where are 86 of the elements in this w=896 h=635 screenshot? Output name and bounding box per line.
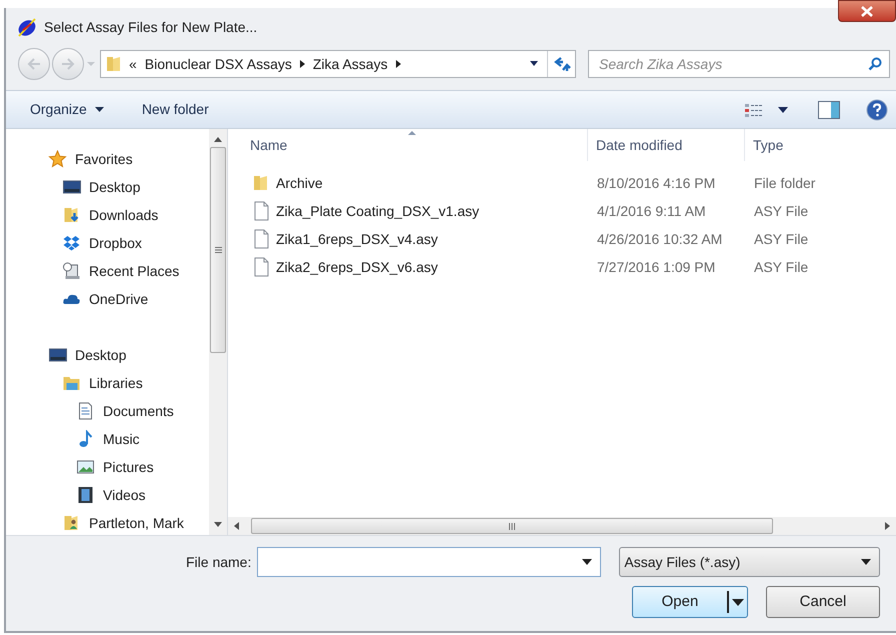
address-bar[interactable]: « Bionuclear DSX Assays Zika Assays [100,50,576,78]
file-type: File folder [753,174,816,192]
nav-item[interactable]: Videos [103,484,146,506]
details-view-icon [744,102,764,118]
nav-item[interactable]: OneDrive [89,288,148,310]
nav-item[interactable]: Dropbox [89,232,142,254]
scroll-left-icon[interactable] [234,522,239,530]
nav-item[interactable]: Downloads [89,204,158,226]
file-type: ASY File [753,258,808,276]
nav-item[interactable]: Documents [103,400,174,422]
preview-pane-icon[interactable] [818,100,840,118]
breadcrumb[interactable]: Zika Assays [312,54,388,74]
folder-icon [105,55,123,73]
refresh-icon[interactable] [552,56,570,72]
dropdown-caret-icon [582,559,592,565]
history-caret-icon [86,61,96,67]
libraries-folder-icon [62,374,81,392]
help-icon[interactable] [866,98,888,120]
close-icon [860,6,874,16]
grip-icon [214,247,222,253]
search-icon[interactable] [868,57,882,71]
sort-arrow-icon [408,131,416,135]
back-arrow-icon [27,58,41,70]
scroll-up-icon[interactable] [214,137,222,142]
dropdown-caret-icon[interactable] [529,61,539,67]
film-strip-icon [76,486,95,504]
nav-item[interactable]: Libraries [89,372,143,394]
file-name[interactable]: Zika1_6reps_DSX_v4.asy [276,228,438,250]
breadcrumb-arrow-icon[interactable] [396,60,401,68]
vertical-scrollbar[interactable] [209,129,227,535]
blank-file-icon [252,229,270,249]
cancel-button[interactable]: Cancel [766,586,880,618]
window-title: Select Assay Files for New Plate... [44,18,258,37]
nav-item[interactable]: Recent Places [89,260,180,282]
column-header[interactable]: Name [228,129,588,161]
file-type: ASY File [753,230,808,248]
column-header[interactable]: Date modified [588,129,745,161]
landscape-picture-icon [76,458,95,476]
open-button[interactable]: Open [632,586,748,618]
nav-item[interactable]: Favorites [75,148,133,170]
nav-item[interactable]: Pictures [103,456,154,478]
grip-icon [509,522,515,530]
date-modified: 7/27/2016 1:09 PM [596,258,716,276]
recent-places-icon [62,262,81,280]
forward-arrow-icon [61,58,75,70]
caret-icon [94,107,104,112]
breadcrumb[interactable]: Bionuclear DSX Assays [144,54,292,74]
monitor-icon [62,178,81,196]
folder-icon [252,174,270,192]
folder-download-icon [62,206,81,224]
date-modified: 8/10/2016 4:16 PM [596,174,716,192]
caret-icon [778,106,788,112]
scroll-thumb[interactable] [210,147,226,353]
nav-item[interactable]: Desktop [89,176,140,198]
new-folder-button[interactable]: New folder [142,99,209,120]
star-icon [48,150,67,168]
scroll-thumb[interactable] [251,518,773,534]
document-icon [76,402,95,420]
file-name[interactable]: Zika2_6reps_DSX_v6.asy [276,256,438,278]
search-field[interactable]: Search Zika Assays [588,50,890,78]
column-header[interactable]: Type [745,129,896,161]
file-name[interactable]: Zika_Plate Coating_DSX_v1.asy [276,200,480,222]
scroll-right-icon[interactable] [885,522,890,530]
close-button[interactable] [838,0,896,22]
blank-file-icon [252,201,270,221]
file-name[interactable]: Archive [276,172,323,194]
file-type: ASY File [753,202,808,220]
date-modified: 4/26/2016 10:32 AM [596,230,724,248]
caret-icon [732,598,744,606]
file-name-label: File name: [186,552,252,572]
nav-item[interactable]: Music [103,428,140,450]
nav-item[interactable]: Desktop [75,344,126,366]
blank-file-icon [252,257,270,277]
file-name-field[interactable] [257,547,602,577]
horizontal-scrollbar[interactable] [228,517,896,535]
dropbox-icon [62,234,81,252]
date-modified: 4/1/2016 9:11 AM [596,202,707,220]
monitor-icon [48,346,67,364]
app-logo-icon [16,16,38,38]
scroll-down-icon[interactable] [214,522,222,527]
breadcrumb-arrow-icon[interactable] [300,60,305,68]
nav-item[interactable]: Partleton, Mark [89,512,184,534]
overflow-chevron[interactable]: « [129,54,137,74]
organize-button[interactable]: Organize [30,99,104,120]
dropdown-caret-icon [861,559,871,565]
file-type-dropdown[interactable]: Assay Files (*.asy) [619,547,880,577]
